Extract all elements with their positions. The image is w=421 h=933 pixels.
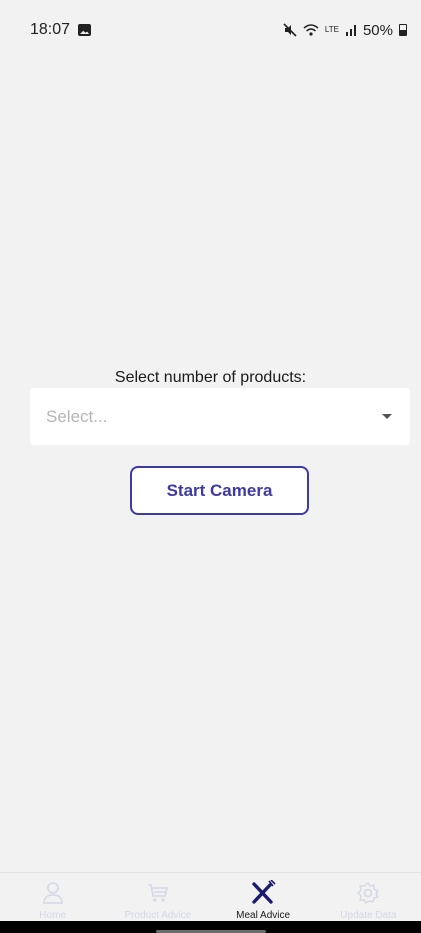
nav-item-update-data[interactable]: Update Data [316, 873, 421, 921]
nav-label-meal-advice: Meal Advice [236, 910, 291, 921]
status-time: 18:07 [30, 21, 71, 38]
bottom-navigation: Home Product Advice Meal Advice Update D… [0, 872, 421, 921]
caret-down-icon [382, 414, 392, 419]
select-placeholder: Select... [46, 406, 108, 426]
wifi-icon [303, 24, 319, 36]
nav-label-product-advice: Product Advice [124, 910, 192, 921]
nav-item-home[interactable]: Home [0, 873, 105, 921]
status-right: LTE 50% [283, 22, 407, 39]
mute-icon [283, 23, 297, 37]
nav-item-meal-advice[interactable]: Meal Advice [211, 873, 316, 921]
gear-icon [354, 879, 382, 906]
network-type-label: LTE [324, 25, 339, 34]
select-products-label: Select number of products: [114, 369, 307, 386]
signal-icon [345, 25, 356, 36]
nav-label-update-data: Update Data [340, 910, 397, 921]
product-count-select[interactable]: Select... [30, 388, 410, 445]
status-bar: 18:07 LTE 50% [0, 0, 421, 60]
cart-icon [144, 879, 172, 906]
battery-icon [399, 24, 407, 36]
gallery-notification-icon [78, 24, 92, 36]
battery-percent: 50% [362, 21, 393, 39]
utensils-icon [249, 879, 277, 906]
nav-item-product-advice[interactable]: Product Advice [105, 873, 210, 921]
start-camera-button[interactable]: Start Camera [130, 466, 309, 515]
status-left: 18:07 [30, 21, 92, 39]
nav-label-home: Home [39, 910, 66, 921]
person-icon [39, 879, 67, 906]
app-screen: 18:07 LTE 50% Select number of products:… [0, 0, 421, 933]
